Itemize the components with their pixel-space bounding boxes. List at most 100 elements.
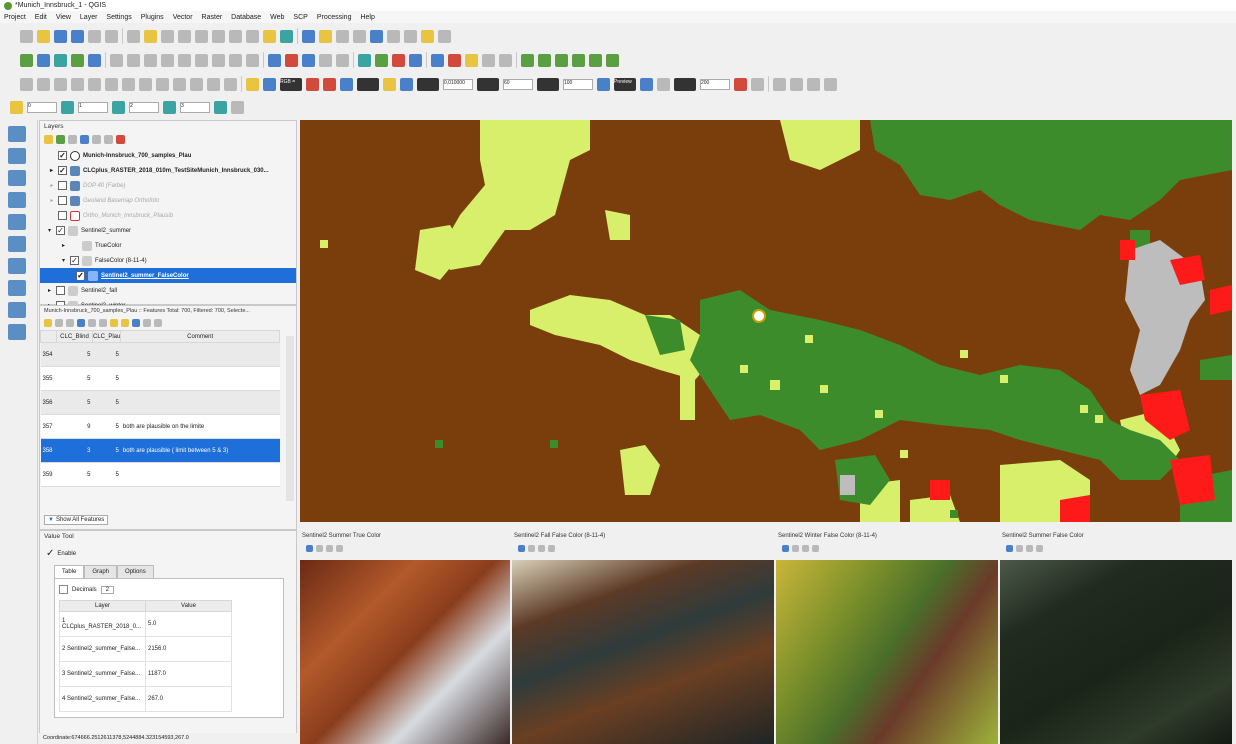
rotate-icon[interactable] [37,77,50,91]
layer-checkbox[interactable] [70,241,79,250]
bookmark-icon[interactable] [448,53,461,67]
save-as-icon[interactable] [71,29,84,43]
cell-clc-plau[interactable]: 5 [92,462,121,487]
statistics-icon[interactable] [387,29,400,43]
cell-clc-blind[interactable]: 5 [56,390,93,415]
zoom-out-icon[interactable] [178,29,191,43]
layer-group[interactable]: ▸ TrueColor [48,238,296,253]
layer-item[interactable]: Ortho_Munich_Innsbruck_Plausib [48,208,296,223]
summer-false-color-image[interactable] [1000,560,1232,744]
remove-layer-icon[interactable] [116,134,125,144]
expand-arrow-icon[interactable]: ▸ [62,242,70,249]
add-wms-layer-icon[interactable] [8,236,26,252]
advanced-digitize-icon[interactable] [20,77,33,91]
map-view-settings-icon[interactable] [548,544,555,552]
table-row[interactable]: 355 5 5 [40,366,280,391]
georef-2-icon[interactable] [790,77,803,91]
toggle-edit-icon[interactable] [44,319,52,327]
digitize-icon[interactable] [71,53,84,67]
save-project-icon[interactable] [54,29,67,43]
map-tips-icon[interactable] [431,53,444,67]
scp-report-icon[interactable] [734,77,747,91]
attribute-table-icon[interactable] [370,29,383,43]
add-group-icon[interactable] [56,134,65,144]
add-delimited-text-icon[interactable] [8,170,26,186]
split-features-icon[interactable] [190,77,203,91]
move-feature-icon[interactable] [161,53,174,67]
add-spatialite-icon[interactable] [8,192,26,208]
georef-1-icon[interactable] [773,77,786,91]
scp-main-icon[interactable] [246,77,259,91]
delete-ring-icon[interactable] [122,77,135,91]
layer-checkbox[interactable]: ✓ [58,166,67,175]
add-vector-layer-icon[interactable] [8,126,26,142]
map-view-zoom-in-icon[interactable] [316,544,323,552]
cell-clc-plau[interactable]: 5 [92,366,121,391]
layer-item-selected[interactable]: ✓ Sentinel2_summer_FalseColor [40,268,296,283]
move-label-icon[interactable] [336,53,349,67]
menu-edit[interactable]: Edit [35,14,47,21]
cell-comment[interactable] [120,342,280,367]
add-wfs-layer-icon[interactable] [8,258,26,274]
layer-checkbox[interactable]: ✓ [58,151,67,160]
show-all-features-button[interactable]: ▼ Show All Features [44,515,109,525]
band-grid-icon[interactable] [231,100,244,114]
menu-project[interactable]: Project [4,14,26,21]
edit-icon[interactable] [88,53,101,67]
cell-clc-plau[interactable]: 5 [92,342,121,367]
plugin-4-icon[interactable] [572,53,585,67]
pin-label-icon[interactable] [302,53,315,67]
scp-classification-icon[interactable] [409,53,422,67]
table-row[interactable]: 359 5 5 [40,462,280,487]
zoom-native-icon[interactable] [246,29,259,43]
add-raster-layer-icon[interactable] [8,148,26,164]
band-spin-1[interactable]: 1 [78,101,108,113]
cut-icon[interactable] [212,53,225,67]
annotation-icon[interactable] [421,29,434,43]
map-view-zoom-in-icon[interactable] [528,544,535,552]
delete-part-icon[interactable] [139,77,152,91]
map-view-zoom-out-icon[interactable] [1026,544,1033,552]
layer-group[interactable]: ▸ Sentinel2_fall [48,283,296,298]
decimals-spinbox[interactable]: 2 [100,585,115,594]
zoom-in-icon[interactable] [161,29,174,43]
menu-vector[interactable]: Vector [173,14,193,21]
offset-curve-icon[interactable] [173,77,186,91]
open-project-icon[interactable] [37,29,50,43]
label-icon[interactable] [438,29,451,43]
cell-clc-blind[interactable]: 5 [56,366,93,391]
column-header[interactable]: Value [145,600,232,612]
cell-clc-blind[interactable]: 9 [56,414,93,439]
field-calculator-icon[interactable] [353,29,366,43]
georef-4-icon[interactable] [824,77,837,91]
plugin-1-icon[interactable] [521,53,534,67]
select-expression-icon[interactable] [110,319,118,327]
menu-view[interactable]: View [56,14,71,21]
map-view-settings-icon[interactable] [336,544,343,552]
menu-scp[interactable]: SCP [293,14,307,21]
map-view-zoom-out-icon[interactable] [802,544,809,552]
scp-roi-tool-icon[interactable] [306,77,319,91]
multi-edit-icon[interactable] [55,319,63,327]
collapse-arrow-icon[interactable]: ▾ [48,227,56,234]
save-edits-icon[interactable] [127,53,140,67]
select-features-icon[interactable] [319,29,332,43]
add-raster-icon[interactable] [37,53,50,67]
pan-icon[interactable] [127,29,140,43]
layer-item[interactable]: ✓ Munich-Innsbruck_700_samples_Plau [48,148,296,163]
band-spin-0[interactable]: 0 [27,101,57,113]
collapse-arrow-icon[interactable]: ▾ [62,257,70,264]
menu-settings[interactable]: Settings [106,14,131,21]
scp-signature-icon[interactable] [383,77,396,91]
grid-icon[interactable] [499,53,512,67]
measure-icon[interactable] [404,29,417,43]
filter-icon[interactable] [132,319,140,327]
cell-clc-blind[interactable]: 3 [56,438,93,463]
zoom-full-icon[interactable] [195,29,208,43]
new-map-view-icon[interactable] [263,29,276,43]
layer-checkbox[interactable] [58,181,67,190]
fill-ring-icon[interactable] [105,77,118,91]
table-row[interactable]: 356 5 5 [40,390,280,415]
tab-graph[interactable]: Graph [84,565,118,578]
identify-icon[interactable] [302,29,315,43]
